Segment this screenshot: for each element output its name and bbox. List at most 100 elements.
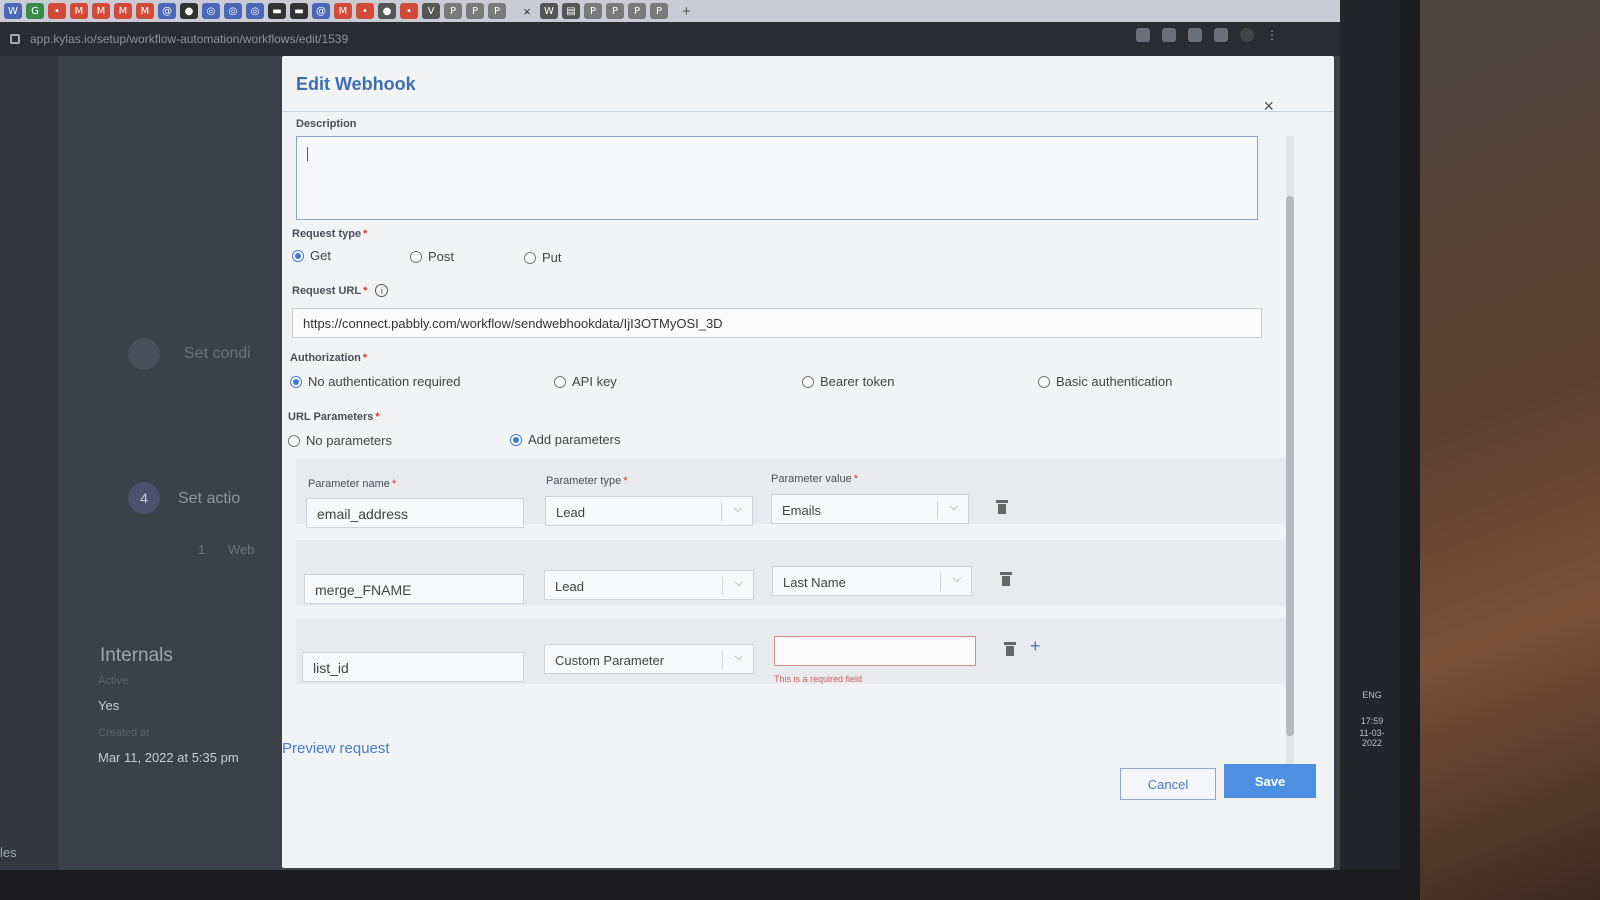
request-type-get[interactable]: Get [292,248,331,263]
trash-icon[interactable] [1000,572,1012,586]
scroll-thumb[interactable] [1286,196,1294,736]
browser-tab-icon[interactable]: P [444,3,462,19]
browser-tab-icon[interactable]: M [114,3,132,19]
browser-tab-icon[interactable]: P [606,3,624,19]
clock-time[interactable]: 17:59 [1352,716,1392,726]
address-bar[interactable]: app.kylas.io/setup/workflow-automation/w… [0,22,1340,56]
action-row-text: Web [228,542,255,557]
browser-tab-icon[interactable]: ◎ [202,3,220,19]
radio-selected[interactable] [510,433,522,446]
browser-tab-icon[interactable]: @ [312,3,330,19]
browser-tab-icon[interactable]: ▤ [562,3,580,19]
browser-tab-icon[interactable]: M [70,3,88,19]
select-divider [937,501,938,519]
tab-close-icon[interactable]: × [518,4,536,19]
browser-tab-icon[interactable]: W [540,3,558,19]
parameter-name-input[interactable]: list_id [302,652,524,682]
parameter-type-select[interactable]: Custom Parameter ⌵ [544,644,754,674]
browser-tab-icon[interactable]: P [488,3,506,19]
parameter-type-value: Custom Parameter [555,653,665,668]
parameter-value-header: Parameter value * [771,473,858,485]
info-icon[interactable]: i [375,284,389,297]
parameter-type-select[interactable]: Lead ⌵ [544,570,754,600]
browser-tab-icon[interactable]: V [422,3,440,19]
cancel-button[interactable]: Cancel [1120,768,1216,800]
radio[interactable] [802,375,814,388]
save-button[interactable]: Save [1224,764,1316,798]
chevron-down-icon[interactable]: ⌵ [953,573,961,586]
puzzle-icon[interactable] [1188,28,1202,42]
parameter-name-input[interactable]: merge_FNAME [304,574,524,604]
parameter-value-select[interactable]: Last Name ⌵ [772,566,972,596]
radio[interactable] [524,251,536,264]
auth-basic[interactable]: Basic authentication [1038,374,1172,389]
browser-tab-icon[interactable]: ◎ [224,3,242,19]
description-textarea[interactable] [296,136,1258,220]
auth-none[interactable]: No authentication required [290,374,461,389]
browser-tab-icon[interactable]: W [4,3,22,19]
browser-tab-icon[interactable]: • [400,3,418,19]
profile-avatar-icon[interactable] [1240,28,1254,42]
extension-icon[interactable] [1136,28,1150,42]
browser-tab-icon[interactable]: ● [180,3,198,19]
radio[interactable] [410,250,422,263]
browser-tab-icon[interactable]: M [334,3,352,19]
chevron-down-icon[interactable]: ⌵ [950,501,958,514]
active-value: Yes [98,698,120,713]
request-type-post-label: Post [428,249,455,264]
new-tab-button[interactable]: + [682,3,691,20]
browser-tab-icon[interactable]: ▬ [268,3,286,19]
extension-icon[interactable] [1162,28,1176,42]
chevron-down-icon[interactable]: ⌵ [735,577,743,590]
reading-list-icon[interactable] [1214,28,1228,42]
browser-tab-icon[interactable]: @ [158,3,176,19]
language-indicator[interactable]: ENG [1352,690,1392,700]
browser-tab-icon[interactable]: P [466,3,484,19]
radio[interactable] [1038,375,1050,388]
parameter-type-header: Parameter type * [546,475,627,487]
parameter-type-select[interactable]: Lead ⌵ [545,496,753,526]
request-type-post[interactable]: Post [410,249,454,264]
add-parameters-option[interactable]: Add parameters [510,432,621,447]
auth-bearer-token[interactable]: Bearer token [802,374,894,389]
auth-api-key[interactable]: API key [554,374,617,389]
browser-tab-icon[interactable]: ▬ [290,3,308,19]
modal-scrollbar[interactable] [1286,136,1294,786]
radio[interactable] [554,375,566,388]
clock-date[interactable]: 11-03-2022 [1352,728,1392,748]
select-divider [722,651,723,669]
url-parameters-label-text: URL Parameters [288,411,374,423]
close-icon[interactable]: × [1263,96,1274,117]
chevron-down-icon[interactable]: ⌵ [735,651,743,664]
browser-tab-icon[interactable]: M [92,3,110,19]
browser-tab-icon[interactable]: P [584,3,602,19]
trash-icon[interactable] [996,500,1008,514]
add-parameter-plus-icon[interactable]: + [1030,636,1041,657]
browser-tab-icon[interactable]: M [136,3,154,19]
request-type-put[interactable]: Put [524,250,562,265]
no-parameters-option[interactable]: No parameters [288,433,392,448]
browser-tab-icon[interactable]: ◎ [246,3,264,19]
preview-request-link[interactable]: Preview request [282,740,390,757]
auth-none-label: No authentication required [308,374,461,389]
browser-tab-icon[interactable]: ● [378,3,396,19]
trash-icon[interactable] [1004,642,1016,656]
lock-icon [10,34,20,44]
browser-tab-icon[interactable]: • [356,3,374,19]
parameter-value-input[interactable] [774,636,976,666]
radio-selected[interactable] [290,375,302,388]
url-text[interactable]: app.kylas.io/setup/workflow-automation/w… [30,32,348,46]
browser-tab-icon[interactable]: P [650,3,668,19]
chevron-down-icon[interactable]: ⌵ [734,503,742,516]
more-menu-icon[interactable]: ⋮ [1266,28,1280,42]
radio[interactable] [288,434,300,447]
request-url-input[interactable]: https://connect.pabbly.com/workflow/send… [292,308,1262,338]
request-type-label-text: Request type [292,228,362,240]
parameter-value-select[interactable]: Emails ⌵ [771,494,969,524]
browser-tab-icon[interactable]: P [628,3,646,19]
browser-tab-icon[interactable]: • [48,3,66,19]
radio-selected[interactable] [292,249,304,262]
parameter-name-input[interactable]: email_address [306,498,524,528]
browser-tab-icon[interactable]: G [26,3,44,19]
parameter-value-header-text: Parameter value [771,473,852,485]
